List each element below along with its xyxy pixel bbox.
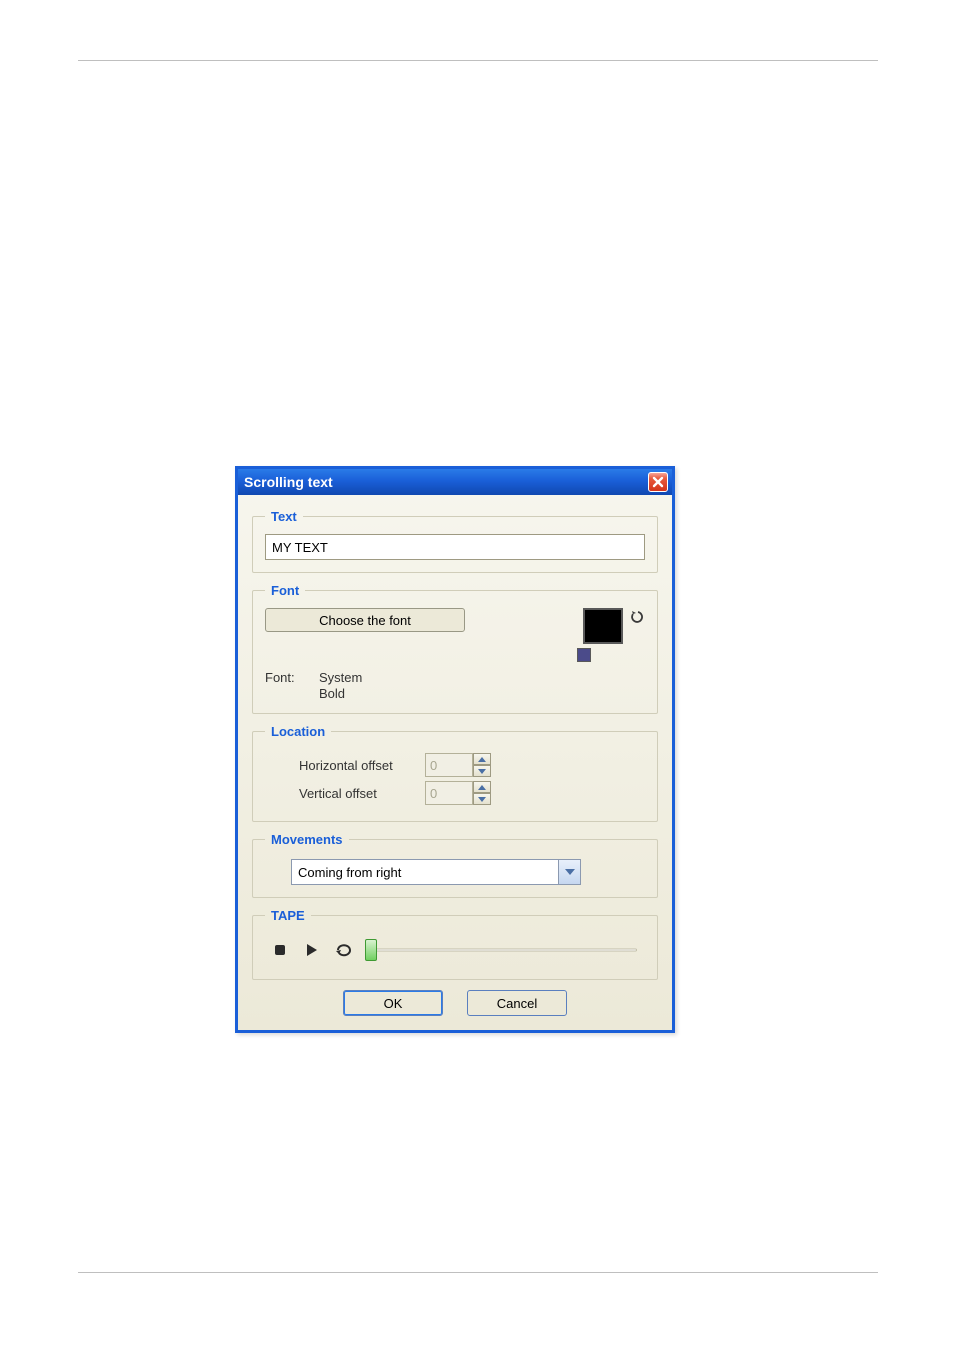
horizontal-offset-label: Horizontal offset xyxy=(265,758,415,773)
page-top-rule xyxy=(78,60,878,61)
close-icon xyxy=(652,476,664,488)
tape-legend: TAPE xyxy=(265,908,311,923)
secondary-color-swatch[interactable] xyxy=(577,648,591,662)
scrolling-text-dialog: Scrolling text Text Font Choose the font xyxy=(235,466,675,1033)
vertical-offset-label: Vertical offset xyxy=(265,786,415,801)
font-legend: Font xyxy=(265,583,305,598)
location-legend: Location xyxy=(265,724,331,739)
text-group: Text xyxy=(252,509,658,573)
slider-thumb[interactable] xyxy=(365,939,377,961)
vertical-offset-up[interactable] xyxy=(473,781,491,793)
tape-speed-slider[interactable] xyxy=(367,940,637,960)
vertical-offset-input[interactable] xyxy=(425,781,473,805)
undo-icon xyxy=(628,609,644,625)
choose-font-button[interactable]: Choose the font xyxy=(265,608,465,632)
tape-group: TAPE xyxy=(252,908,658,980)
movements-group: Movements xyxy=(252,832,658,898)
page-bottom-rule xyxy=(78,1272,878,1273)
dialog-body: Text Font Choose the font xyxy=(238,495,672,1030)
horizontal-offset-input[interactable] xyxy=(425,753,473,777)
reset-color-button[interactable] xyxy=(627,608,645,626)
location-group: Location Horizontal offset Ver xyxy=(252,724,658,822)
horizontal-offset-down[interactable] xyxy=(473,765,491,777)
text-legend: Text xyxy=(265,509,303,524)
movements-legend: Movements xyxy=(265,832,349,847)
movements-combo[interactable] xyxy=(291,859,581,885)
chevron-down-icon xyxy=(478,797,486,802)
chevron-up-icon xyxy=(478,757,486,762)
horizontal-offset-up[interactable] xyxy=(473,753,491,765)
close-button[interactable] xyxy=(648,472,668,492)
titlebar: Scrolling text xyxy=(238,469,672,495)
font-group: Font Choose the font xyxy=(252,583,658,714)
chevron-down-icon xyxy=(478,769,486,774)
text-input[interactable] xyxy=(265,534,645,560)
tape-play-button[interactable] xyxy=(303,941,321,959)
tape-loop-button[interactable] xyxy=(335,941,353,959)
dialog-buttons: OK Cancel xyxy=(250,990,660,1016)
font-name-value: System xyxy=(319,670,362,686)
slider-track xyxy=(367,949,637,952)
movements-combo-input[interactable] xyxy=(291,859,559,885)
movements-combo-button[interactable] xyxy=(559,859,581,885)
stop-icon xyxy=(274,944,286,956)
tape-stop-button[interactable] xyxy=(271,941,289,959)
cancel-button[interactable]: Cancel xyxy=(467,990,567,1016)
font-label: Font: xyxy=(265,670,305,685)
chevron-down-icon xyxy=(565,869,575,875)
color-picker-area xyxy=(583,608,645,662)
loop-icon xyxy=(335,943,353,957)
font-color-swatch[interactable] xyxy=(583,608,623,644)
play-icon xyxy=(306,943,318,957)
chevron-up-icon xyxy=(478,785,486,790)
dialog-title: Scrolling text xyxy=(244,474,333,490)
ok-button[interactable]: OK xyxy=(343,990,443,1016)
vertical-offset-down[interactable] xyxy=(473,793,491,805)
font-style-value: Bold xyxy=(319,686,362,702)
